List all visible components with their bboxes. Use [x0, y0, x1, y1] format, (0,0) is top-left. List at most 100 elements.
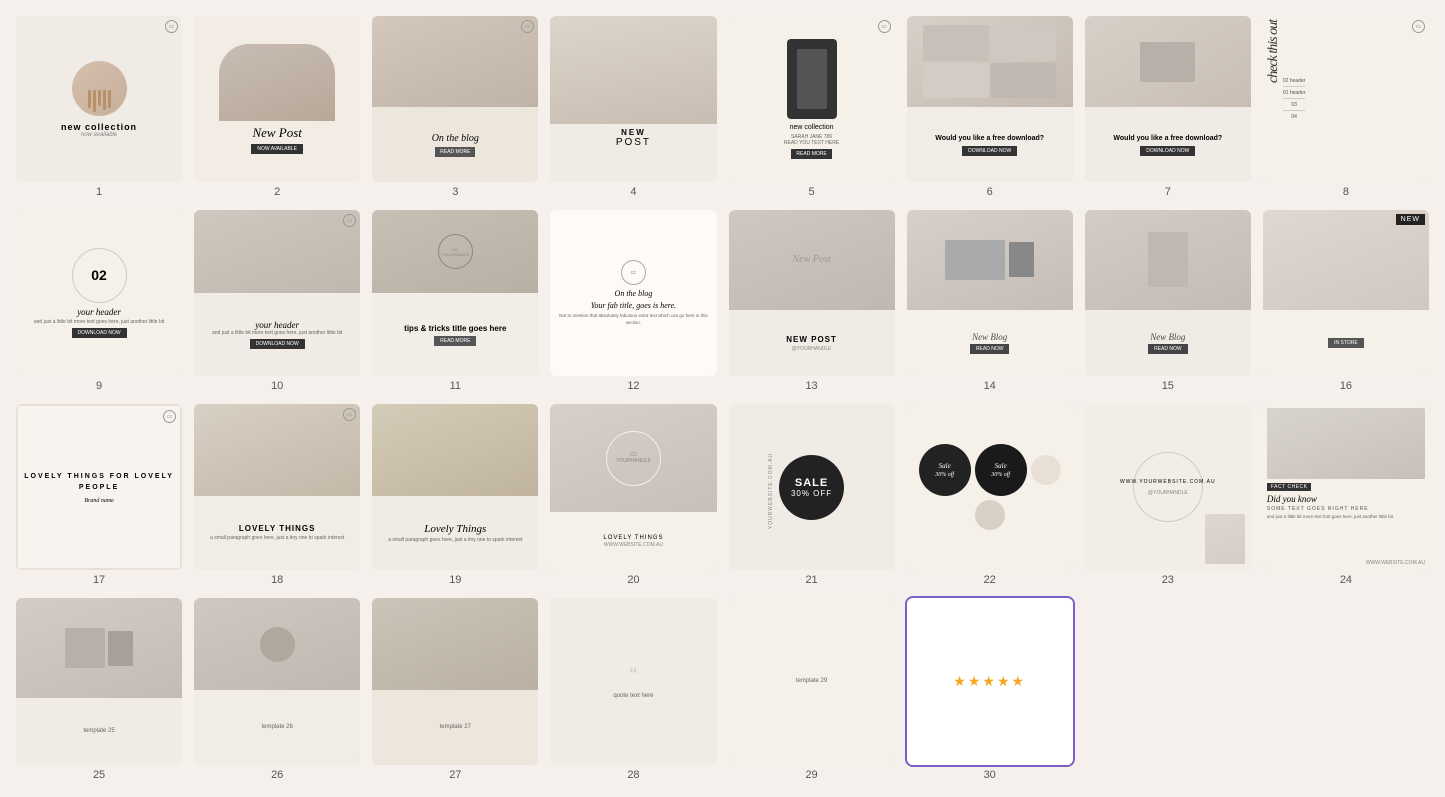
card-1-title: new collection [61, 122, 137, 132]
card-img-3: On the blog READ MORE cc [372, 16, 538, 182]
card-30-stars: ★★★★★ [953, 673, 1026, 690]
card-img-15: New Blog READ NOW [1085, 210, 1251, 376]
card-8-num: 8 [1343, 186, 1349, 198]
card-14[interactable]: New Blog READ NOW 14 [907, 210, 1073, 392]
card-13[interactable]: New Post NEW POST @YOURHANDLE 13 [729, 210, 895, 392]
card-img-17: LOVELY THINGS FOR LOVELY PEOPLE Brand na… [16, 404, 182, 570]
card-6-btn: DOWNLOAD NOW [962, 146, 1017, 156]
card-18[interactable]: LOVELY THINGS a small paragraph goes her… [194, 404, 360, 586]
logo-5: cc [878, 20, 891, 33]
template-grid: cc new collection now available [0, 0, 1445, 797]
card-6-num: 6 [987, 186, 993, 198]
card-28-num: 28 [627, 769, 639, 781]
card-23-web: WWW.YOURWEBSITE.COM.AU [1120, 479, 1216, 487]
card-14-num: 14 [984, 380, 996, 392]
card-29-num: 29 [805, 769, 817, 781]
card-img-12: cc On the blog Your fab title, goes is h… [550, 210, 716, 376]
card-13-num: 13 [805, 380, 817, 392]
card-13-handle: @YOURHANDLE [792, 346, 832, 352]
card-img-5: new collection SARAH JANE 786READ YOU TE… [729, 16, 895, 182]
card-24[interactable]: FACT CHECK Did you know SOME TEXT GOES R… [1263, 404, 1429, 586]
card-4-title: NEW [616, 128, 651, 137]
card-img-30: ★★★★★ [907, 598, 1073, 764]
card-26[interactable]: template 26 26 [194, 598, 360, 780]
card-18-title: LOVELY THINGS [239, 524, 316, 533]
card-9-title: your header [77, 307, 121, 317]
card-4[interactable]: NEW POST 4 [550, 16, 716, 198]
card-30[interactable]: ★★★★★ 30 [907, 598, 1073, 780]
card-29[interactable]: template 29 29 [729, 598, 895, 780]
card-6-title: Would you like a free download? [935, 134, 1044, 143]
card-9[interactable]: 02 your header and just a little bit mor… [16, 210, 182, 392]
card-7-btn: DOWNLOAD NOW [1140, 146, 1195, 156]
card-27[interactable]: template 27 27 [372, 598, 538, 780]
card-12-sub: Your fab title, goes is here. [591, 301, 676, 311]
card-img-27: template 27 [372, 598, 538, 764]
card-11[interactable]: CCYOURHANDLE tips & tricks title goes he… [372, 210, 538, 392]
card-15[interactable]: New Blog READ NOW 15 [1085, 210, 1251, 392]
card-img-26: template 26 [194, 598, 360, 764]
card-16[interactable]: NEW IN STORE 16 [1263, 210, 1429, 392]
card-5-title: new collection [790, 123, 834, 132]
card-1-sub: now available [81, 132, 117, 138]
card-19[interactable]: Lovely Things a small paragraph goes her… [372, 404, 538, 586]
card-10-num: 10 [271, 380, 283, 392]
card-24-num: 24 [1340, 574, 1352, 586]
card-18-num: 18 [271, 574, 283, 586]
card-21[interactable]: SALE 30% OFF YOURWEBSITE.COM.AU 21 [729, 404, 895, 586]
card-17[interactable]: LOVELY THINGS FOR LOVELY PEOPLE Brand na… [16, 404, 182, 586]
card-11-title: tips & tricks title goes here [404, 324, 506, 333]
card-5[interactable]: new collection SARAH JANE 786READ YOU TE… [729, 16, 895, 198]
card-20[interactable]: CCYOURHANDLE LOVELY THINGS WWW.WEBSITE.C… [550, 404, 716, 586]
card-img-1: cc new collection now available [16, 16, 182, 182]
card-img-9: 02 your header and just a little bit mor… [16, 210, 182, 376]
card-11-num: 11 [450, 380, 461, 392]
card-20-web: WWW.WEBSITE.COM.AU [604, 542, 663, 548]
card-23[interactable]: WWW.YOURWEBSITE.COM.AU @YOURHANDLE 23 [1085, 404, 1251, 586]
card-26-num: 26 [271, 769, 283, 781]
card-1[interactable]: cc new collection now available [16, 16, 182, 198]
card-17-brand: Brand name [24, 498, 174, 504]
card-24-text: and just a little bit more text font goe… [1267, 514, 1393, 520]
card-23-num: 23 [1162, 574, 1174, 586]
card-8[interactable]: check this out 02 header 01 header 03 04… [1263, 16, 1429, 198]
card-30-num: 30 [984, 769, 996, 781]
card-img-4: NEW POST [550, 16, 716, 182]
card-10-sub: and just a little bit more text goes her… [212, 330, 342, 337]
card-9-num: 9 [96, 380, 102, 392]
card-10-title: your header [255, 320, 299, 330]
card-19-num: 19 [449, 574, 461, 586]
card-img-18: LOVELY THINGS a small paragraph goes her… [194, 404, 360, 570]
card-img-20: CCYOURHANDLE LOVELY THINGS WWW.WEBSITE.C… [550, 404, 716, 570]
card-10[interactable]: your header and just a little bit more t… [194, 210, 360, 392]
logo-1: cc [165, 20, 178, 33]
card-13-title: NEW POST [786, 335, 837, 344]
card-3-title: On the blog [432, 133, 479, 144]
card-12-num: 12 [627, 380, 639, 392]
card-22[interactable]: Sale30% off Sale30% off 22 [907, 404, 1073, 586]
card-19-sub: a small paragraph goes here, just a tiny… [388, 537, 522, 544]
card-7-num: 7 [1165, 186, 1171, 198]
card-28[interactable]: “ quote text here 28 [550, 598, 716, 780]
card-25[interactable]: template 25 25 [16, 598, 182, 780]
card-img-14: New Blog READ NOW [907, 210, 1073, 376]
card-15-title: New Blog [1150, 332, 1185, 342]
card-6[interactable]: Would you like a free download? DOWNLOAD… [907, 16, 1073, 198]
card-12-text: Not to mention that absolutely fabulous … [556, 313, 710, 326]
card-17-title: LOVELY THINGS FOR LOVELY PEOPLE [24, 471, 174, 493]
card-3-num: 3 [452, 186, 458, 198]
card-20-num: 20 [627, 574, 639, 586]
card-img-22: Sale30% off Sale30% off [907, 404, 1073, 570]
card-2[interactable]: New Post NOW AVAILABLE 2 [194, 16, 360, 198]
card-4-sub: POST [616, 137, 651, 148]
card-img-7: Would you like a free download? DOWNLOAD… [1085, 16, 1251, 182]
card-7[interactable]: Would you like a free download? DOWNLOAD… [1085, 16, 1251, 198]
card-img-8: check this out 02 header 01 header 03 04… [1263, 16, 1429, 182]
card-25-num: 25 [93, 769, 105, 781]
card-12[interactable]: cc On the blog Your fab title, goes is h… [550, 210, 716, 392]
card-2-num: 2 [274, 186, 280, 198]
card-16-num: 16 [1340, 380, 1352, 392]
card-27-num: 27 [449, 769, 461, 781]
card-3[interactable]: On the blog READ MORE cc 3 [372, 16, 538, 198]
card-img-29: template 29 [729, 598, 895, 764]
